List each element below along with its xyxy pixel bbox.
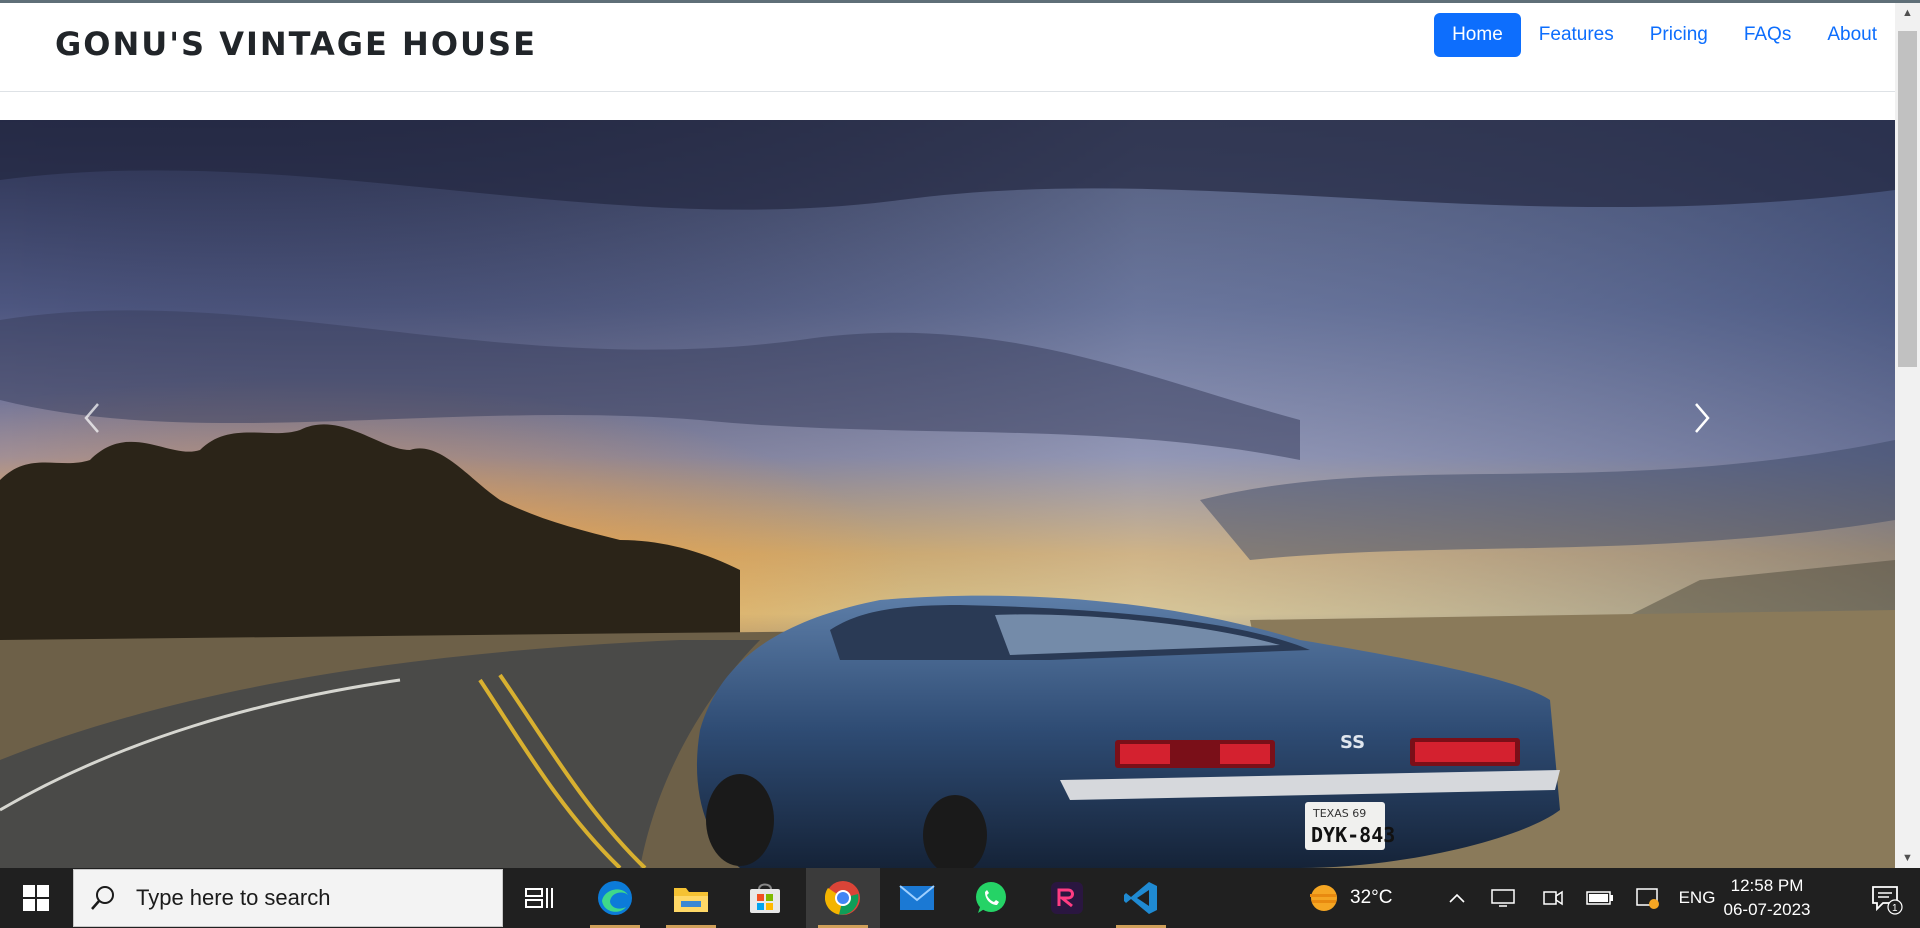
windows-logo-icon <box>23 885 49 911</box>
page-scrollbar[interactable]: ▲ ▼ <box>1895 3 1920 868</box>
weather-temp: 32°C <box>1350 887 1393 908</box>
edge-icon <box>598 881 632 915</box>
search-placeholder: Type here to search <box>136 885 331 910</box>
taskbar-clock[interactable]: 12:58 PM 06-07-2023 <box>1712 874 1822 922</box>
tray-overflow-button[interactable] <box>1442 868 1472 928</box>
taskbar-app-whatsapp[interactable] <box>954 868 1028 928</box>
taskbar-app-file-explorer[interactable] <box>654 868 728 928</box>
store-icon <box>750 883 780 913</box>
weather-sun-icon <box>1310 885 1337 911</box>
taskbar-app-vscode[interactable] <box>1104 868 1178 928</box>
tray-sync[interactable] <box>1632 868 1664 928</box>
nav-features[interactable]: Features <box>1521 13 1632 57</box>
taskbar-app-edge[interactable] <box>578 868 652 928</box>
license-plate: DYK-843 <box>1311 823 1395 847</box>
scroll-thumb[interactable] <box>1898 31 1917 367</box>
carousel-prev-button[interactable] <box>80 400 200 600</box>
nav-faqs[interactable]: FAQs <box>1726 13 1810 57</box>
nav-links: Home Features Pricing FAQs About <box>1434 13 1895 57</box>
vscode-icon <box>1124 882 1157 914</box>
carousel-next-button[interactable] <box>1690 400 1810 600</box>
app-icon <box>1051 882 1083 914</box>
brand-title[interactable]: GONU'S VINTAGE HOUSE <box>55 25 537 63</box>
network-icon <box>1491 889 1515 907</box>
task-view-icon <box>525 888 553 908</box>
taskbar-app-chrome[interactable] <box>806 868 880 928</box>
scroll-down-arrow-icon[interactable]: ▼ <box>1895 848 1920 868</box>
chevron-left-icon <box>84 403 99 433</box>
search-icon <box>91 886 114 910</box>
notification-icon: 1 <box>1872 886 1903 915</box>
tray-battery[interactable] <box>1584 868 1616 928</box>
taskbar-app-generic[interactable] <box>1030 868 1104 928</box>
car-badge: SS <box>1340 732 1365 753</box>
clock-time: 12:58 PM <box>1730 876 1804 895</box>
weather-widget[interactable]: 32°C <box>1306 868 1416 928</box>
navbar: GONU'S VINTAGE HOUSE Home Features Prici… <box>0 3 1895 92</box>
hero-carousel: SS TEXAS 69 DYK-843 <box>0 120 1895 868</box>
taskbar: Type here to search 32°C ENG 12:58 PM 06… <box>0 868 1920 928</box>
chevron-right-icon <box>1695 403 1710 433</box>
tray-meet[interactable] <box>1538 868 1568 928</box>
taskbar-app-store[interactable] <box>728 868 802 928</box>
plate-top-text: TEXAS 69 <box>1312 807 1366 820</box>
notification-center-button[interactable]: 1 <box>1852 868 1920 928</box>
chrome-icon <box>825 881 860 915</box>
camera-icon <box>1543 890 1563 906</box>
file-explorer-icon <box>674 888 708 912</box>
nav-home[interactable]: Home <box>1434 13 1521 57</box>
nav-pricing[interactable]: Pricing <box>1632 13 1726 57</box>
notification-count: 1 <box>1892 903 1898 914</box>
onedrive-sync-icon <box>1636 888 1659 909</box>
whatsapp-icon <box>976 882 1006 913</box>
language-indicator: ENG <box>1678 888 1716 907</box>
mail-icon <box>899 885 935 910</box>
taskbar-app-mail[interactable] <box>880 868 954 928</box>
start-button[interactable] <box>0 868 72 928</box>
chevron-up-icon <box>1449 893 1465 903</box>
nav-about[interactable]: About <box>1809 13 1895 57</box>
hero-image: SS TEXAS 69 DYK-843 <box>0 120 1895 868</box>
taskbar-search[interactable]: Type here to search <box>73 869 503 927</box>
scroll-up-arrow-icon[interactable]: ▲ <box>1895 3 1920 23</box>
task-view-button[interactable] <box>502 868 576 928</box>
clock-date: 06-07-2023 <box>1723 900 1811 919</box>
tray-network[interactable] <box>1488 868 1518 928</box>
battery-icon <box>1586 891 1613 905</box>
